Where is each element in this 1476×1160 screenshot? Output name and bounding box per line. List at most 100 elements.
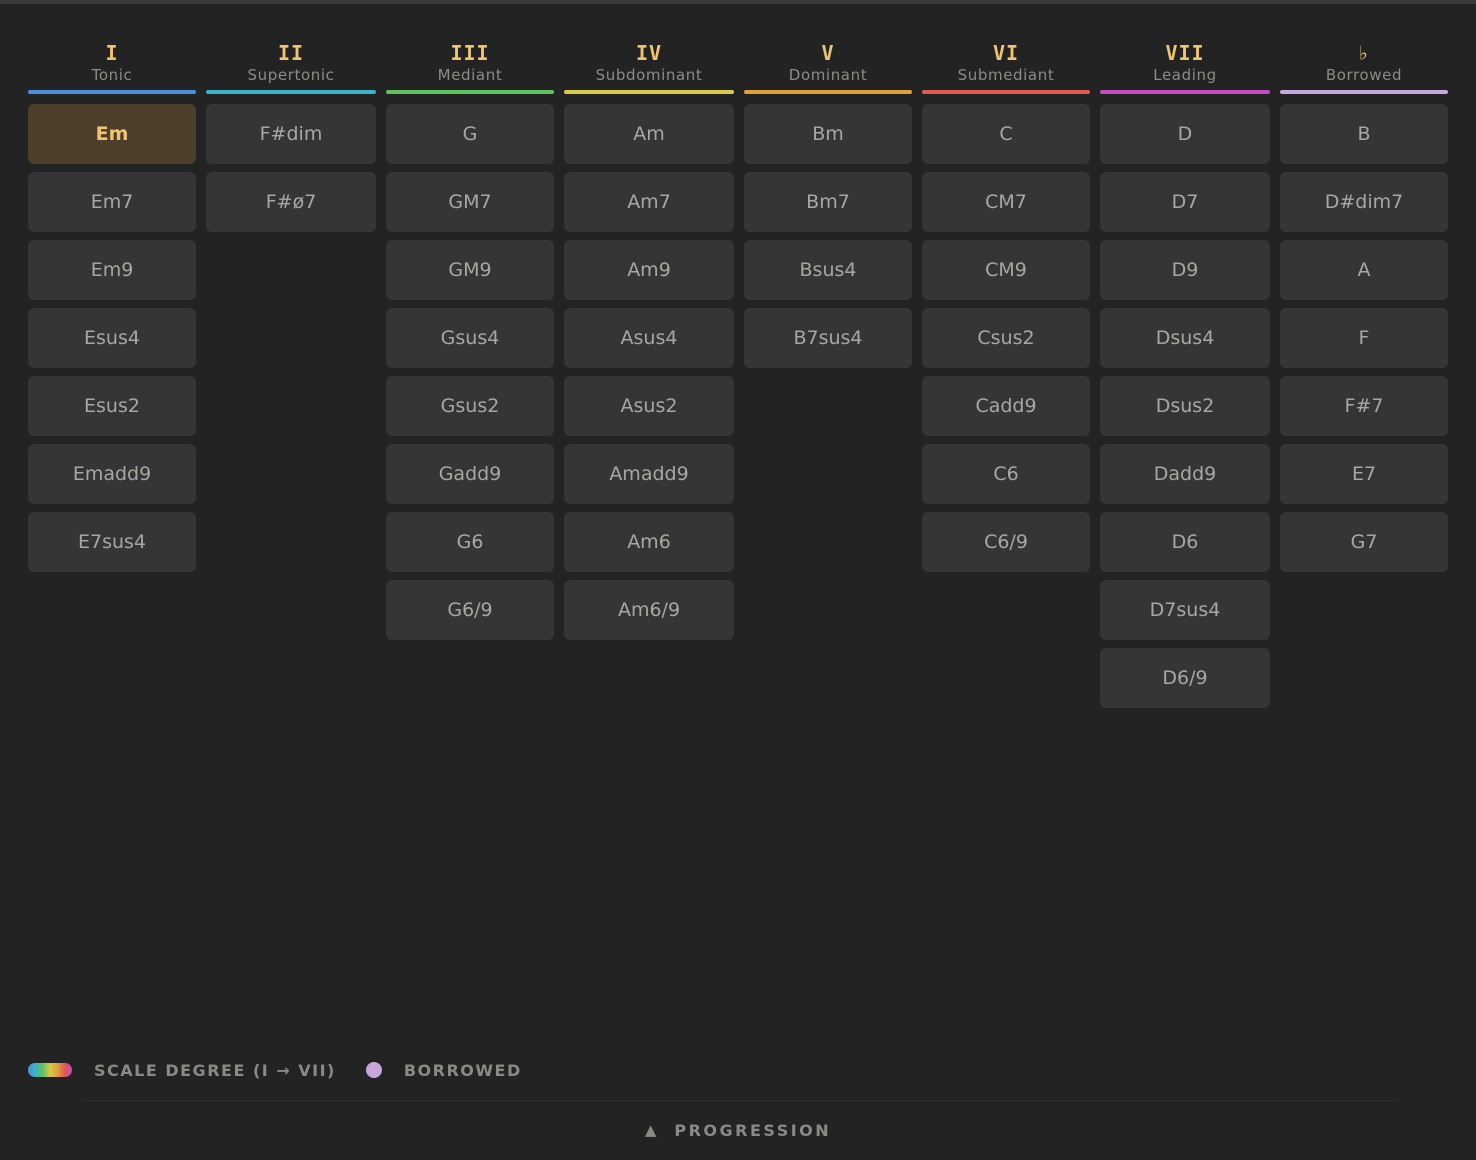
chord-button[interactable]: Asus2 xyxy=(564,376,734,436)
chord-button[interactable]: Gadd9 xyxy=(386,444,554,504)
chord-button[interactable]: D9 xyxy=(1100,240,1270,300)
chord-button[interactable]: F xyxy=(1280,308,1448,368)
degree-numeral: I xyxy=(105,41,119,65)
chord-button[interactable]: Am9 xyxy=(564,240,734,300)
degree-name: Tonic xyxy=(91,66,133,84)
chord-button[interactable]: A xyxy=(1280,240,1448,300)
chord-button[interactable]: G6/9 xyxy=(386,580,554,640)
chord-button[interactable]: Bsus4 xyxy=(744,240,912,300)
degree-color-bar xyxy=(1280,90,1448,94)
chord-button[interactable]: Em7 xyxy=(28,172,196,232)
degree-color-bar xyxy=(564,90,734,94)
degree-numeral: ♭ xyxy=(1357,41,1371,65)
degree-color-bar xyxy=(386,90,554,94)
column-header: VII Leading xyxy=(1100,40,1270,96)
chord-button[interactable]: D7 xyxy=(1100,172,1270,232)
chord-button[interactable]: GM9 xyxy=(386,240,554,300)
degree-name: Mediant xyxy=(437,66,503,84)
column-header: II Supertonic xyxy=(206,40,376,96)
scale-degree-gradient-icon xyxy=(28,1063,72,1077)
divider xyxy=(82,1100,1398,1101)
chord-button[interactable]: Am xyxy=(564,104,734,164)
degree-numeral: VI xyxy=(992,41,1020,65)
degree-column-subdominant: IV Subdominant Am Am7 Am9 Asus4 Asus2 Amadd9 Am6… xyxy=(564,40,734,640)
chord-button[interactable]: G6 xyxy=(386,512,554,572)
column-header: III Mediant xyxy=(386,40,554,96)
scale-degree-legend-label: SCALE DEGREE (I → VII) xyxy=(94,1060,336,1080)
chord-button[interactable]: F#7 xyxy=(1280,376,1448,436)
chord-button[interactable]: GM7 xyxy=(386,172,554,232)
chord-button[interactable]: E7 xyxy=(1280,444,1448,504)
degree-color-bar xyxy=(744,90,912,94)
column-header: VI Submediant xyxy=(922,40,1090,96)
chord-button[interactable]: Emadd9 xyxy=(28,444,196,504)
degree-name: Supertonic xyxy=(247,66,335,84)
chord-button[interactable]: D6 xyxy=(1100,512,1270,572)
chord-button[interactable]: Asus4 xyxy=(564,308,734,368)
chord-button[interactable]: Am6/9 xyxy=(564,580,734,640)
chord-button[interactable]: C xyxy=(922,104,1090,164)
chord-button[interactable]: Dsus2 xyxy=(1100,376,1270,436)
chord-button[interactable]: Esus2 xyxy=(28,376,196,436)
chord-button[interactable]: Em9 xyxy=(28,240,196,300)
degree-column-borrowed: ♭ Borrowed B D#dim7 A F F#7 E7 G7 xyxy=(1280,40,1448,572)
progression-toggle[interactable]: ▲ PROGRESSION xyxy=(0,1116,1476,1144)
chord-button[interactable]: B7sus4 xyxy=(744,308,912,368)
progression-label: PROGRESSION xyxy=(674,1120,832,1140)
degree-column-dominant: V Dominant Bm Bm7 Bsus4 B7sus4 xyxy=(744,40,912,368)
chord-button[interactable]: Amadd9 xyxy=(564,444,734,504)
column-header: ♭ Borrowed xyxy=(1280,40,1448,96)
chord-button[interactable]: G xyxy=(386,104,554,164)
chord-button[interactable]: Dadd9 xyxy=(1100,444,1270,504)
degree-name: Dominant xyxy=(788,66,868,84)
chord-button[interactable]: D6/9 xyxy=(1100,648,1270,708)
chord-button[interactable]: F#ø7 xyxy=(206,172,376,232)
chord-button[interactable]: D#dim7 xyxy=(1280,172,1448,232)
degree-numeral: II xyxy=(277,41,305,65)
chord-button[interactable]: Bm7 xyxy=(744,172,912,232)
legend: SCALE DEGREE (I → VII) BORROWED xyxy=(28,1056,522,1084)
chord-button[interactable]: Gsus2 xyxy=(386,376,554,436)
column-header: V Dominant xyxy=(744,40,912,96)
chord-button[interactable]: G7 xyxy=(1280,512,1448,572)
degree-color-bar xyxy=(922,90,1090,94)
degree-name: Borrowed xyxy=(1325,66,1403,84)
chord-button[interactable]: Am7 xyxy=(564,172,734,232)
chord-button[interactable]: D7sus4 xyxy=(1100,580,1270,640)
chord-button[interactable]: C6/9 xyxy=(922,512,1090,572)
chord-button[interactable]: E7sus4 xyxy=(28,512,196,572)
chord-grid: I Tonic Em Em7 Em9 Esus4 Esus2 Emadd9 E7sus4 II Su… xyxy=(28,40,1448,740)
degree-name: Leading xyxy=(1153,66,1217,84)
degree-color-bar xyxy=(28,90,196,94)
chord-button[interactable]: Dsus4 xyxy=(1100,308,1270,368)
degree-column-tonic: I Tonic Em Em7 Em9 Esus4 Esus2 Emadd9 E7sus4 xyxy=(28,40,196,572)
borrowed-dot-icon xyxy=(365,1062,382,1078)
chord-button[interactable]: Gsus4 xyxy=(386,308,554,368)
degree-column-leading: VII Leading D D7 D9 Dsus4 Dsus2 Dadd9 D6 D7sus4 D6… xyxy=(1100,40,1270,708)
top-border xyxy=(0,0,1476,4)
degree-numeral: IV xyxy=(635,41,663,65)
column-header: I Tonic xyxy=(28,40,196,96)
chord-button[interactable]: F#dim xyxy=(206,104,376,164)
chord-button[interactable]: C6 xyxy=(922,444,1090,504)
chord-button[interactable]: Bm xyxy=(744,104,912,164)
degree-name: Subdominant xyxy=(595,66,703,84)
degree-color-bar xyxy=(1100,90,1270,94)
degree-name: Submediant xyxy=(957,66,1055,84)
chord-button[interactable]: D xyxy=(1100,104,1270,164)
degree-numeral: VII xyxy=(1165,41,1205,65)
triangle-up-icon: ▲ xyxy=(644,1121,657,1139)
degree-color-bar xyxy=(206,90,376,94)
chord-button[interactable]: CM7 xyxy=(922,172,1090,232)
chord-button[interactable]: CM9 xyxy=(922,240,1090,300)
degree-column-submediant: VI Submediant C CM7 CM9 Csus2 Cadd9 C6 C6/9 xyxy=(922,40,1090,572)
chord-button[interactable]: Cadd9 xyxy=(922,376,1090,436)
chord-button[interactable]: B xyxy=(1280,104,1448,164)
degree-numeral: III xyxy=(450,41,490,65)
chord-button[interactable]: Am6 xyxy=(564,512,734,572)
degree-column-supertonic: II Supertonic F#dim F#ø7 xyxy=(206,40,376,232)
chord-button[interactable]: Em xyxy=(28,104,196,164)
chord-button[interactable]: Esus4 xyxy=(28,308,196,368)
chord-button[interactable]: Csus2 xyxy=(922,308,1090,368)
column-header: IV Subdominant xyxy=(564,40,734,96)
